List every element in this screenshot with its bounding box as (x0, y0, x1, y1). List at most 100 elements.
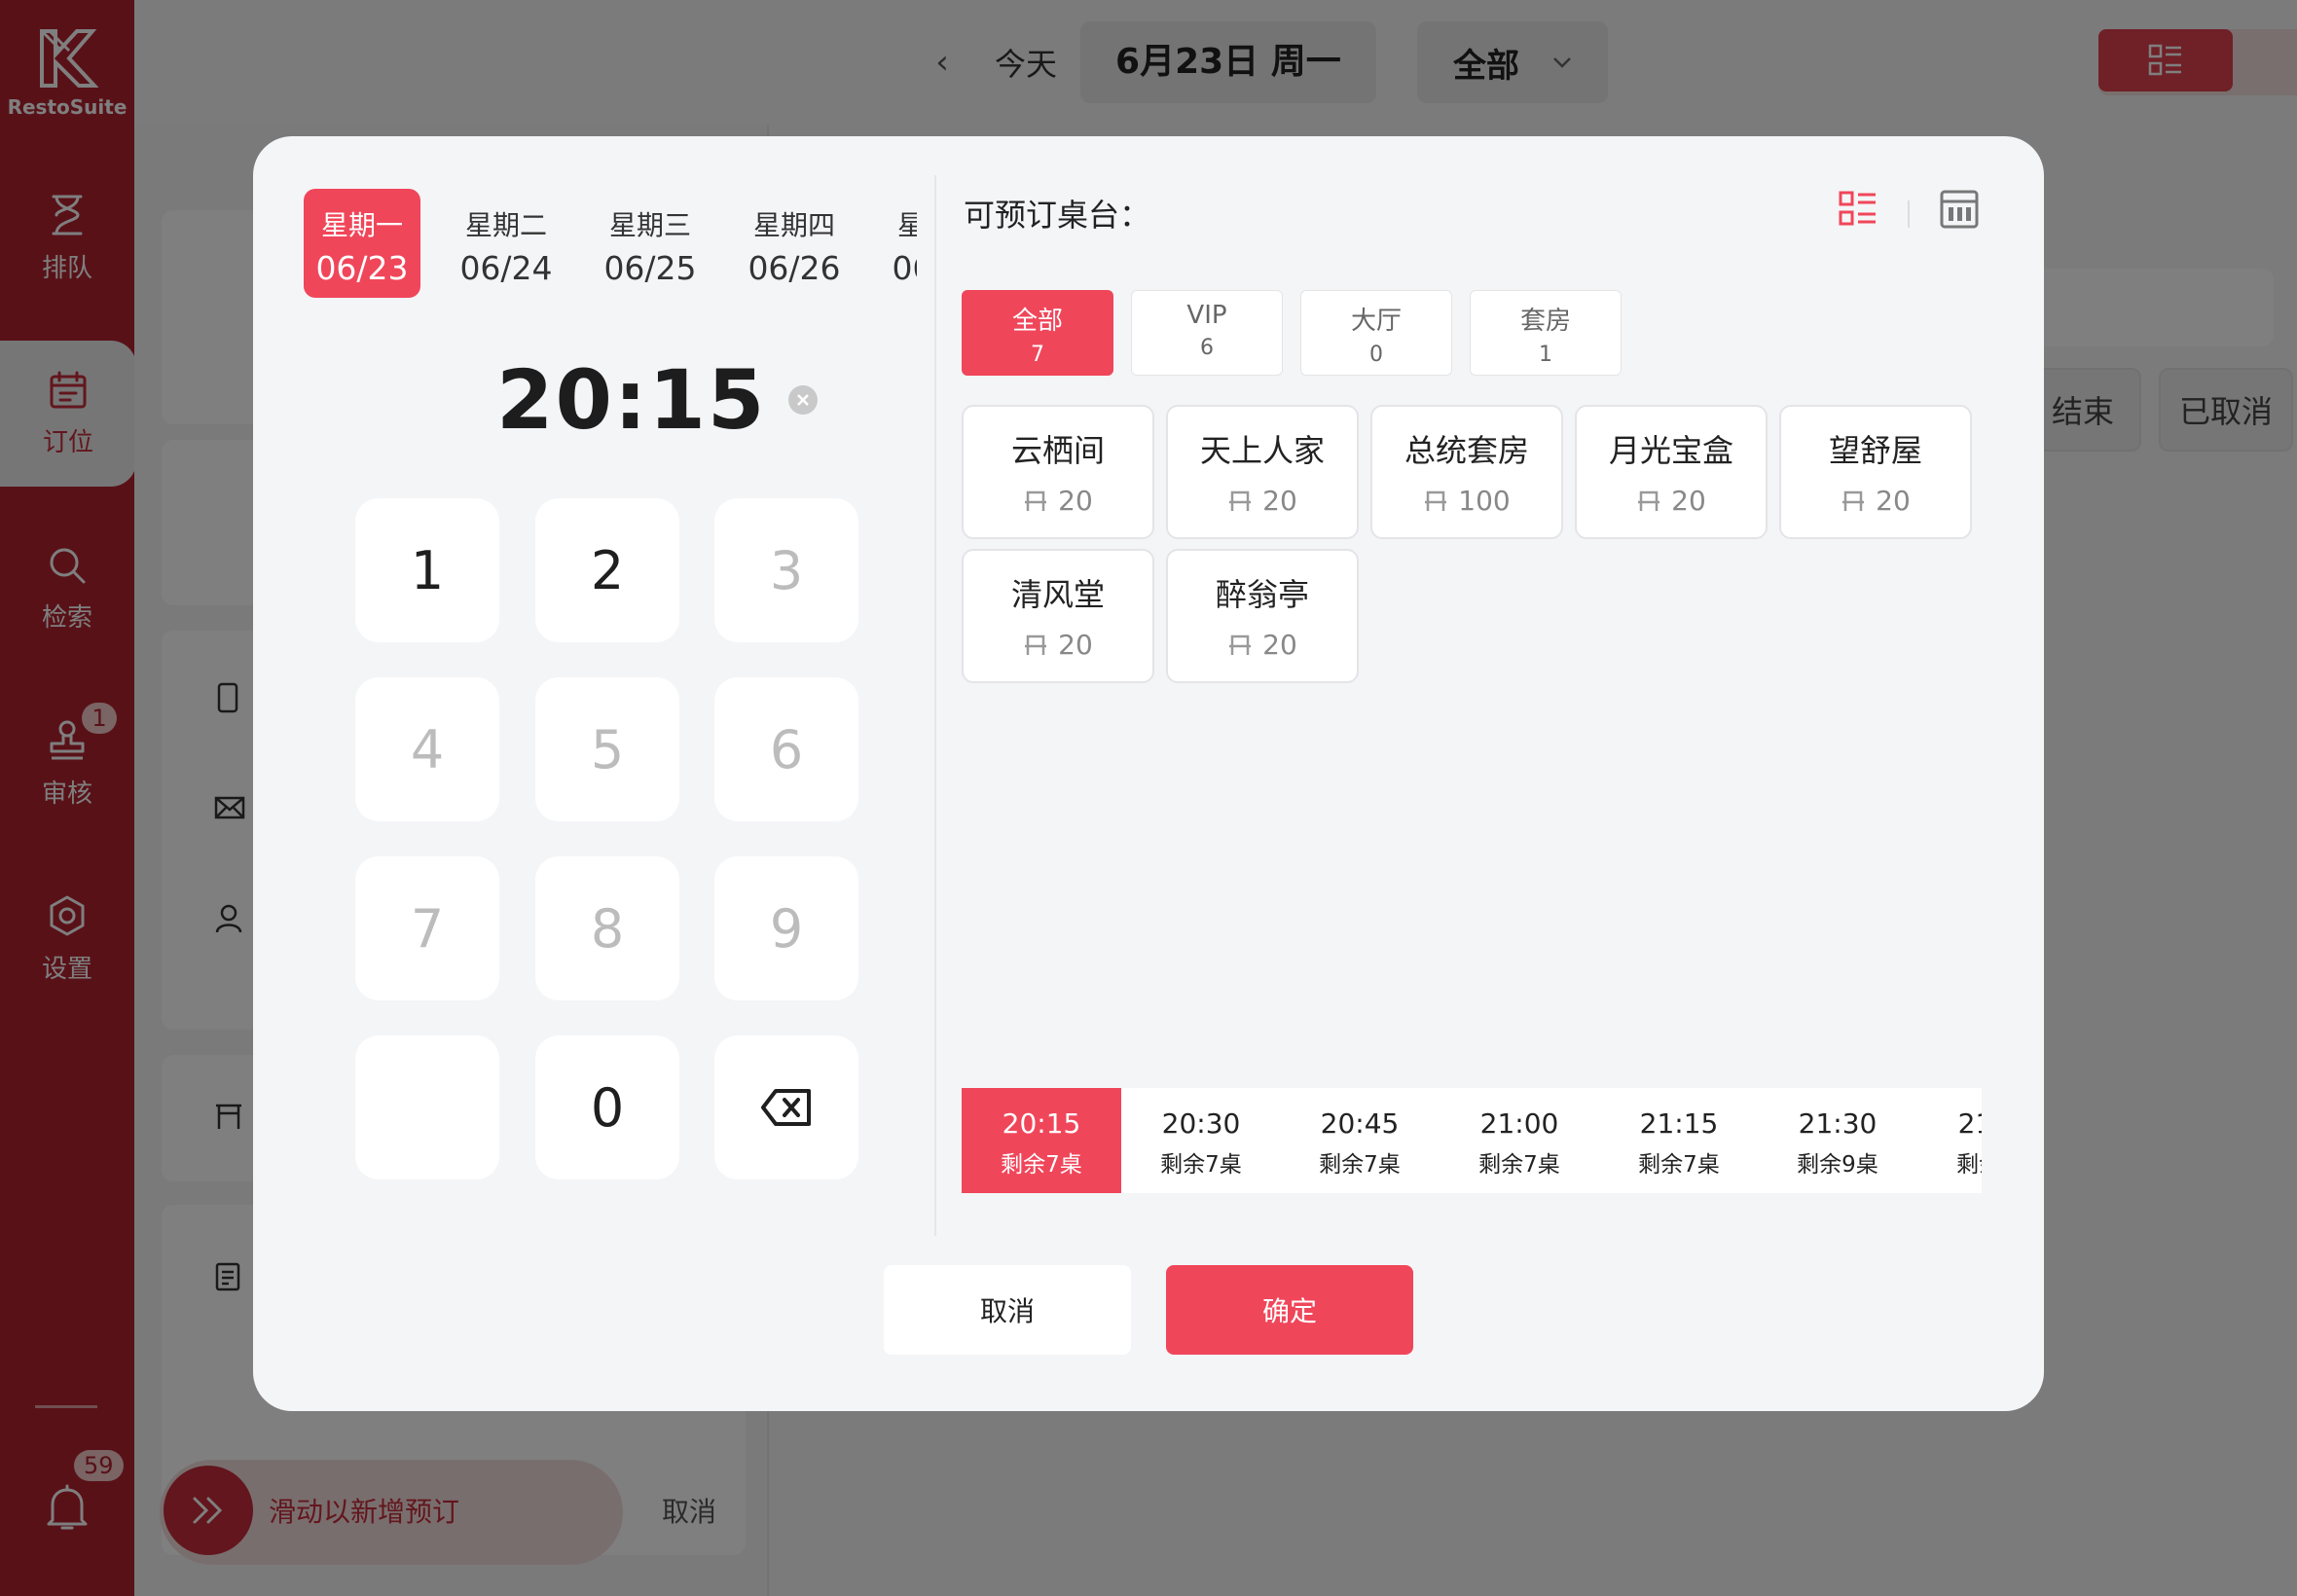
slot-remaining: 剩余7桌 (1478, 1152, 1560, 1178)
room-name: 天上人家 (1199, 432, 1325, 469)
seat-icon (1842, 490, 1865, 511)
keypad-key-6: 6 (714, 677, 858, 821)
keypad-key-1[interactable]: 1 (355, 498, 499, 642)
keypad-key-3: 3 (714, 498, 858, 642)
slot-time: 21:15 (1639, 1107, 1719, 1140)
slot-time: 20:15 (1002, 1107, 1081, 1140)
day-tab[interactable]: 星期一 06/23 (304, 189, 420, 298)
slot-remaining: 剩余7桌 (1319, 1152, 1401, 1178)
category-count: 7 (1031, 343, 1044, 367)
clear-time-button[interactable] (788, 385, 818, 415)
day-weekday: 星期五 (896, 209, 917, 241)
day-tab[interactable]: 星期五 06/27 (880, 189, 917, 298)
time-slot[interactable]: 21:45 剩余9桌 (1917, 1088, 1982, 1193)
slot-time: 20:30 (1161, 1107, 1241, 1140)
room-seats: 20 (1058, 485, 1093, 517)
time-slot[interactable]: 21:15 剩余7桌 (1599, 1088, 1759, 1193)
category-tab-suite[interactable]: 套房 1 (1470, 290, 1622, 376)
day-tab[interactable]: 星期二 06/24 (448, 189, 565, 298)
room-seats: 20 (1671, 485, 1706, 517)
day-weekday: 星期一 (320, 209, 403, 241)
day-tab[interactable]: 星期三 06/25 (592, 189, 709, 298)
confirm-button[interactable]: 确定 (1166, 1265, 1413, 1355)
day-weekday: 星期二 (464, 209, 547, 241)
seat-icon (1229, 635, 1252, 655)
slot-remaining: 剩余7桌 (1638, 1152, 1720, 1178)
day-weekday: 星期三 (608, 209, 691, 241)
slot-remaining: 剩余7桌 (1160, 1152, 1242, 1178)
room-card[interactable]: 总统套房 100 (1370, 405, 1563, 539)
list-layout-button[interactable] (1838, 189, 1878, 230)
time-slot-strip: 20:15 剩余7桌 20:30 剩余7桌 20:45 剩余7桌 21:00 剩… (962, 1088, 1982, 1193)
room-card[interactable]: 云栖间 20 (962, 405, 1154, 539)
keypad-key-8: 8 (535, 856, 679, 1000)
day-tab[interactable]: 星期四 06/26 (736, 189, 853, 298)
list-layout-icon (1839, 191, 1876, 226)
keypad-backspace[interactable] (714, 1035, 858, 1179)
close-icon (797, 394, 809, 406)
room-seats: 20 (1876, 485, 1911, 517)
room-name: 月光宝盒 (1608, 432, 1733, 469)
keypad-key-0[interactable]: 0 (535, 1035, 679, 1179)
seat-icon (1229, 490, 1252, 511)
category-name: 套房 (1519, 307, 1571, 336)
slot-time: 21:30 (1798, 1107, 1878, 1140)
room-name: 望舒屋 (1828, 432, 1922, 469)
time-display: 20:15 (496, 352, 767, 448)
day-date: 06/24 (459, 249, 553, 287)
cancel-button[interactable]: 取消 (884, 1265, 1131, 1355)
view-separator (1908, 200, 1910, 228)
slot-remaining: 剩余7桌 (1001, 1152, 1082, 1178)
floor-plan-button[interactable] (1939, 189, 1980, 230)
seat-icon (1425, 490, 1447, 511)
time-slot[interactable]: 21:00 剩余7桌 (1440, 1088, 1599, 1193)
keypad-key-7: 7 (355, 856, 499, 1000)
room-seats: 20 (1262, 485, 1297, 517)
category-tab-vip[interactable]: VIP 6 (1131, 290, 1283, 376)
room-seats: 20 (1262, 629, 1297, 661)
category-name: 大厅 (1350, 307, 1402, 336)
slot-time: 21:00 (1479, 1107, 1559, 1140)
keypad-key-4: 4 (355, 677, 499, 821)
slot-time: 20:45 (1320, 1107, 1400, 1140)
category-name: 全部 (1011, 307, 1063, 336)
panel-divider (934, 175, 936, 1236)
time-slot[interactable]: 21:30 剩余9桌 (1758, 1088, 1917, 1193)
backspace-icon (761, 1089, 811, 1126)
room-seats: 100 (1458, 485, 1511, 517)
time-table-picker-modal: 星期一 06/23 星期二 06/24 星期三 06/25 星期四 06/26 … (253, 136, 2044, 1411)
room-card[interactable]: 望舒屋 20 (1779, 405, 1972, 539)
slot-remaining: 剩余9桌 (1797, 1152, 1878, 1178)
category-count: 1 (1539, 343, 1552, 367)
room-card[interactable]: 清风堂 20 (962, 549, 1154, 683)
time-slot[interactable]: 20:30 剩余7桌 (1121, 1088, 1281, 1193)
day-date: 06/26 (747, 249, 841, 287)
keypad-key-blank (355, 1035, 499, 1179)
category-count: 6 (1200, 336, 1214, 360)
floor-plan-icon (1940, 190, 1979, 229)
room-card[interactable]: 月光宝盒 20 (1575, 405, 1768, 539)
room-name: 清风堂 (1010, 576, 1105, 613)
room-name: 总统套房 (1404, 432, 1529, 469)
slot-time: 21:45 (1957, 1107, 1982, 1140)
day-selector: 星期一 06/23 星期二 06/24 星期三 06/25 星期四 06/26 … (304, 189, 917, 298)
seat-icon (1638, 490, 1660, 511)
day-date: 06/27 (892, 249, 917, 287)
seat-icon (1025, 635, 1047, 655)
available-tables-title: 可预订桌台： (964, 197, 1151, 234)
room-name: 醉翁亭 (1215, 576, 1309, 613)
keypad-key-9: 9 (714, 856, 858, 1000)
keypad-key-5: 5 (535, 677, 679, 821)
room-card[interactable]: 醉翁亭 20 (1166, 549, 1359, 683)
day-date: 06/23 (315, 249, 409, 287)
category-tab-hall[interactable]: 大厅 0 (1300, 290, 1452, 376)
category-tab-all[interactable]: 全部 7 (962, 290, 1113, 376)
time-slot[interactable]: 20:15 剩余7桌 (962, 1088, 1121, 1193)
time-slot[interactable]: 20:45 剩余7桌 (1280, 1088, 1440, 1193)
category-name: VIP (1186, 301, 1227, 330)
room-card[interactable]: 天上人家 20 (1166, 405, 1359, 539)
room-name: 云栖间 (1010, 432, 1105, 469)
day-date: 06/25 (603, 249, 697, 287)
keypad-key-2[interactable]: 2 (535, 498, 679, 642)
slot-remaining: 剩余9桌 (1956, 1152, 1982, 1178)
